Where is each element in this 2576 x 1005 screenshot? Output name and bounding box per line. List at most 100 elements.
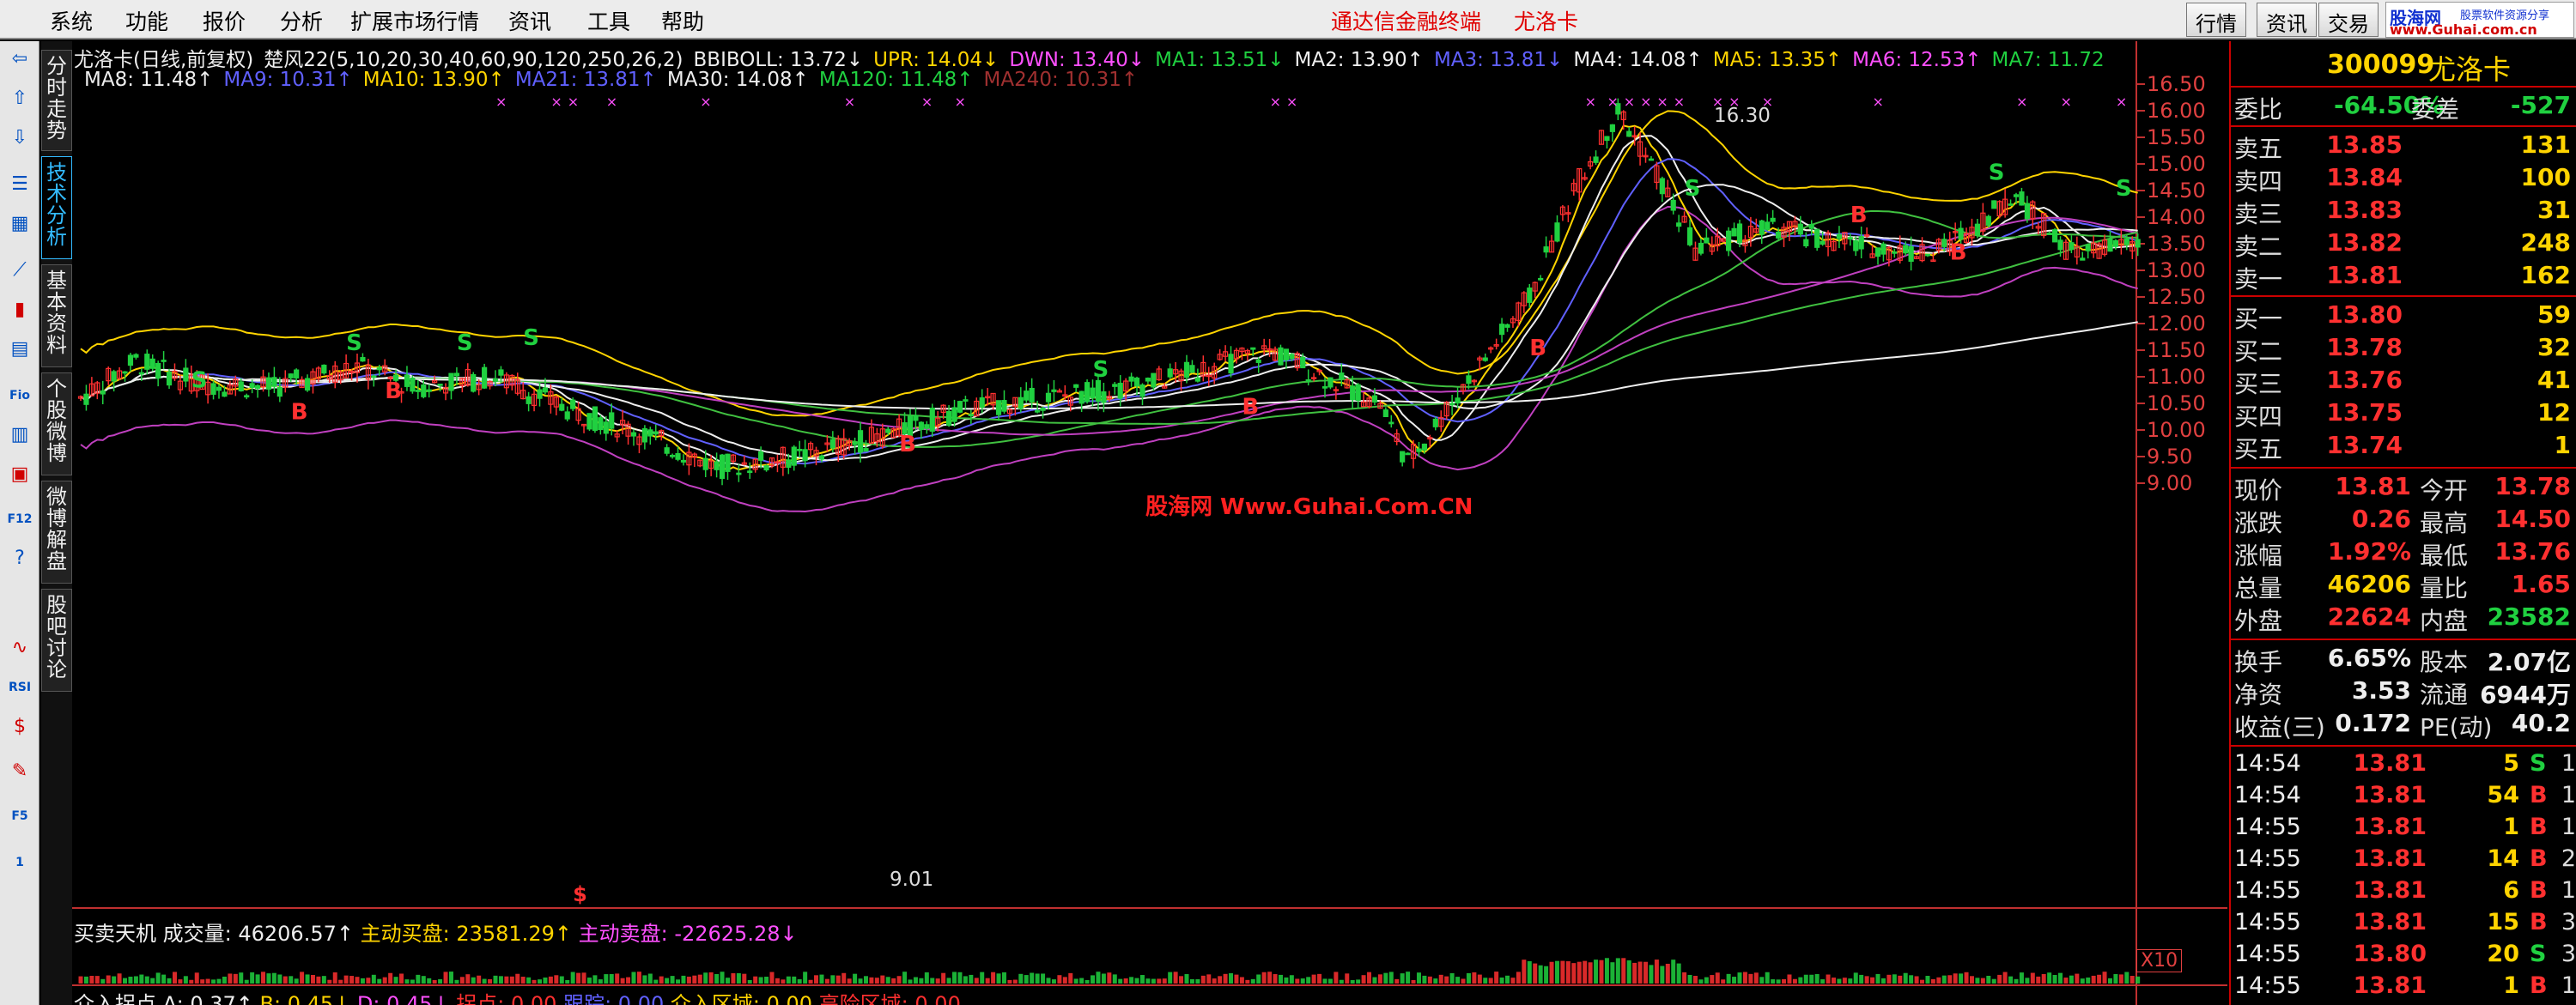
candle-body: [144, 354, 150, 370]
candle-body: [404, 374, 410, 387]
wave-icon[interactable]: ∿: [3, 633, 36, 663]
sell-level-row[interactable]: 卖五 13.85 131: [2231, 130, 2576, 163]
candle-icon[interactable]: ▮: [3, 295, 36, 324]
indicator-legend-line2: MA8: 11.48↑ MA9: 10.31↑ MA10: 13.90↑ MA21: …: [84, 69, 1148, 91]
candle-body: [2135, 239, 2141, 248]
tab-stock-weibo[interactable]: 个股微博: [41, 372, 72, 475]
sell-level-price: 13.84: [2326, 163, 2403, 191]
sell-level-row[interactable]: 卖四 13.84 100: [2231, 163, 2576, 196]
volume-bar: [792, 976, 797, 984]
table-icon[interactable]: ▤: [3, 335, 36, 364]
menu-help[interactable]: 帮助: [661, 5, 704, 36]
candle-body: [155, 362, 161, 379]
buy-level-row[interactable]: 买四 13.75 12: [2231, 398, 2576, 431]
tab-forum[interactable]: 股吧讨论: [41, 589, 72, 692]
tick-count: 3: [2561, 941, 2576, 967]
money-icon[interactable]: $: [3, 712, 36, 742]
stat-label: 外盘: [2234, 607, 2283, 635]
entry-indicator-legend: 介入拐点 A: 0.37↑ B: 0.45↓ D: 0.45↓ 拐点: 0.00…: [74, 987, 961, 1005]
volume-bar: [1001, 972, 1006, 984]
arrow-left-icon[interactable]: ⇦: [3, 45, 36, 74]
fio-icon[interactable]: Fio: [3, 381, 36, 410]
candle-body: [1355, 384, 1361, 402]
price-tick-label: 12.50: [2147, 285, 2206, 309]
candle-body: [929, 408, 935, 432]
sell-level-row[interactable]: 卖三 13.83 31: [2231, 196, 2576, 228]
question-icon[interactable]: ?: [3, 544, 36, 573]
one-icon[interactable]: 1: [3, 848, 36, 877]
arrow-up-icon[interactable]: ⇧: [3, 84, 36, 113]
candle-body: [1504, 324, 1510, 328]
volume-bar: [283, 976, 288, 984]
menu-quote[interactable]: 报价: [203, 5, 246, 36]
arrow-down-icon[interactable]: ⇩: [3, 124, 36, 153]
x-marker: ×: [955, 94, 966, 110]
list-icon[interactable]: ☰: [3, 170, 36, 199]
menu-ext-market[interactable]: 扩展市场行情: [350, 5, 479, 36]
volume-bar: [697, 974, 702, 984]
rsi-icon[interactable]: RSI: [3, 673, 36, 702]
tab-technical[interactable]: 技术分析: [41, 156, 72, 259]
x-marker: ×: [2016, 94, 2027, 110]
buy-signal-marker: B: [1242, 394, 1259, 420]
volume-bar: [338, 979, 343, 984]
volume-bar: [565, 979, 570, 984]
buy-level-row[interactable]: 买一 13.80 59: [2231, 300, 2576, 333]
divider: [2231, 125, 2576, 127]
volume-bar: [775, 978, 780, 984]
candle-body: [1803, 239, 1809, 247]
buy-level-price: 13.75: [2326, 398, 2403, 427]
buy-level-row[interactable]: 买三 13.76 41: [2231, 366, 2576, 398]
trade-button[interactable]: 交易: [2318, 3, 2379, 37]
volume-bar: [647, 973, 653, 984]
candle-body: [945, 410, 952, 427]
volume-bar: [438, 979, 443, 984]
tab-intraday[interactable]: 分时走势: [41, 50, 72, 151]
volume-bar: [1610, 962, 1615, 984]
menu-system[interactable]: 系统: [50, 5, 93, 36]
tab-fundamentals[interactable]: 基本资料: [41, 264, 72, 367]
buy-level-volume: 59: [2537, 300, 2571, 329]
volume-bar: [1306, 977, 1311, 984]
volume-bar: [343, 975, 349, 984]
volume-bar: [819, 974, 824, 984]
f5-icon[interactable]: F5: [3, 802, 36, 831]
f12-icon[interactable]: F12: [3, 505, 36, 534]
buy-level-row[interactable]: 买二 13.78 32: [2231, 333, 2576, 366]
active-buy-value: 主动买盘: 23581.29↑: [360, 922, 572, 946]
volume-bar: [382, 977, 387, 984]
doc-icon[interactable]: ▣: [3, 460, 36, 489]
book-icon[interactable]: ▥: [3, 421, 36, 450]
candle-body: [294, 369, 300, 378]
volume-bar: [1527, 961, 1532, 984]
sell-level-row[interactable]: 卖二 13.82 248: [2231, 228, 2576, 261]
menu-tools[interactable]: 工具: [587, 5, 630, 36]
news-button[interactable]: 资讯: [2257, 3, 2317, 37]
volume-bar: [1134, 978, 1139, 984]
tick-row: 14:55 13.81 1 B 1: [2231, 814, 2576, 845]
menu-analysis[interactable]: 分析: [280, 5, 323, 36]
volume-bar: [592, 975, 598, 984]
menu-news[interactable]: 资讯: [508, 5, 551, 36]
buy-level-row[interactable]: 买五 13.74 1: [2231, 431, 2576, 463]
candle-body: [288, 373, 294, 378]
volume-bar: [1665, 963, 1670, 984]
volume-bar: [94, 976, 100, 984]
sell-level-row[interactable]: 卖一 13.81 162: [2231, 261, 2576, 294]
quote-button[interactable]: 行情: [2186, 3, 2246, 37]
line-chart-icon[interactable]: ⟋: [3, 256, 36, 285]
menu-function[interactable]: 功能: [125, 5, 168, 36]
candle-body: [797, 448, 803, 451]
stat-row: 收益(三) 0.172 PE(动) 40.2: [2231, 709, 2576, 742]
volume-bar: [1742, 972, 1747, 984]
stat-label: 总量: [2234, 574, 2283, 602]
zoom-x10-button[interactable]: X10: [2136, 949, 2183, 972]
grid-icon[interactable]: ▦: [3, 209, 36, 239]
stat-value: 46206: [2327, 570, 2411, 598]
tick-side: S: [2530, 750, 2547, 777]
candle-body: [1305, 379, 1311, 382]
volume-bar: [2107, 978, 2112, 984]
kline-chart[interactable]: SS S SSSSSBBBBBBB$× × × × × × × × × × × × × × × × × × × × × × ×: [72, 41, 2227, 1005]
pen-icon[interactable]: ✎: [3, 757, 36, 786]
tab-weibo-analysis[interactable]: 微博解盘: [41, 481, 72, 584]
